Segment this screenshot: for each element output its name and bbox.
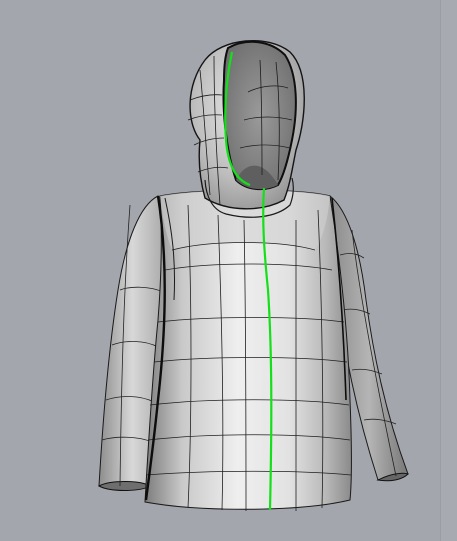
hood[interactable]	[187, 40, 305, 218]
jacket-body[interactable]	[144, 189, 352, 512]
3d-viewport[interactable]	[0, 0, 441, 541]
viewport-canvas[interactable]	[0, 0, 441, 541]
viewport-right-edge	[440, 0, 457, 541]
